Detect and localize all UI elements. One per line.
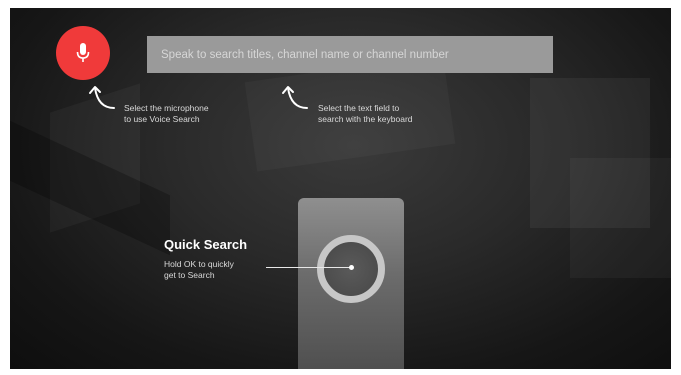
- curved-arrow-up-icon: [282, 86, 308, 109]
- search-overlay-screen: Select the microphone to use Voice Searc…: [10, 8, 671, 369]
- search-input[interactable]: [147, 36, 553, 73]
- background-shape: [570, 158, 671, 278]
- curved-arrow-up-icon: [89, 86, 115, 109]
- quick-search-description: Hold OK to quickly get to Search: [164, 259, 234, 281]
- text-field-hint: Select the text field to search with the…: [318, 103, 413, 125]
- quick-search-line1: Hold OK to quickly: [164, 259, 234, 269]
- pointer-line: [266, 267, 350, 268]
- text-field-hint-line2: search with the keyboard: [318, 114, 413, 124]
- voice-search-button[interactable]: [56, 26, 110, 80]
- quick-search-line2: get to Search: [164, 270, 215, 280]
- microphone-hint-line2: to use Voice Search: [124, 114, 200, 124]
- quick-search-title: Quick Search: [164, 237, 248, 252]
- ok-button-dot: [349, 265, 354, 270]
- microphone-hint-line1: Select the microphone: [124, 103, 209, 113]
- text-field-hint-line1: Select the text field to: [318, 103, 400, 113]
- microphone-hint: Select the microphone to use Voice Searc…: [124, 103, 209, 125]
- microphone-icon: [76, 43, 90, 62]
- remote-control-illustration: [298, 198, 404, 369]
